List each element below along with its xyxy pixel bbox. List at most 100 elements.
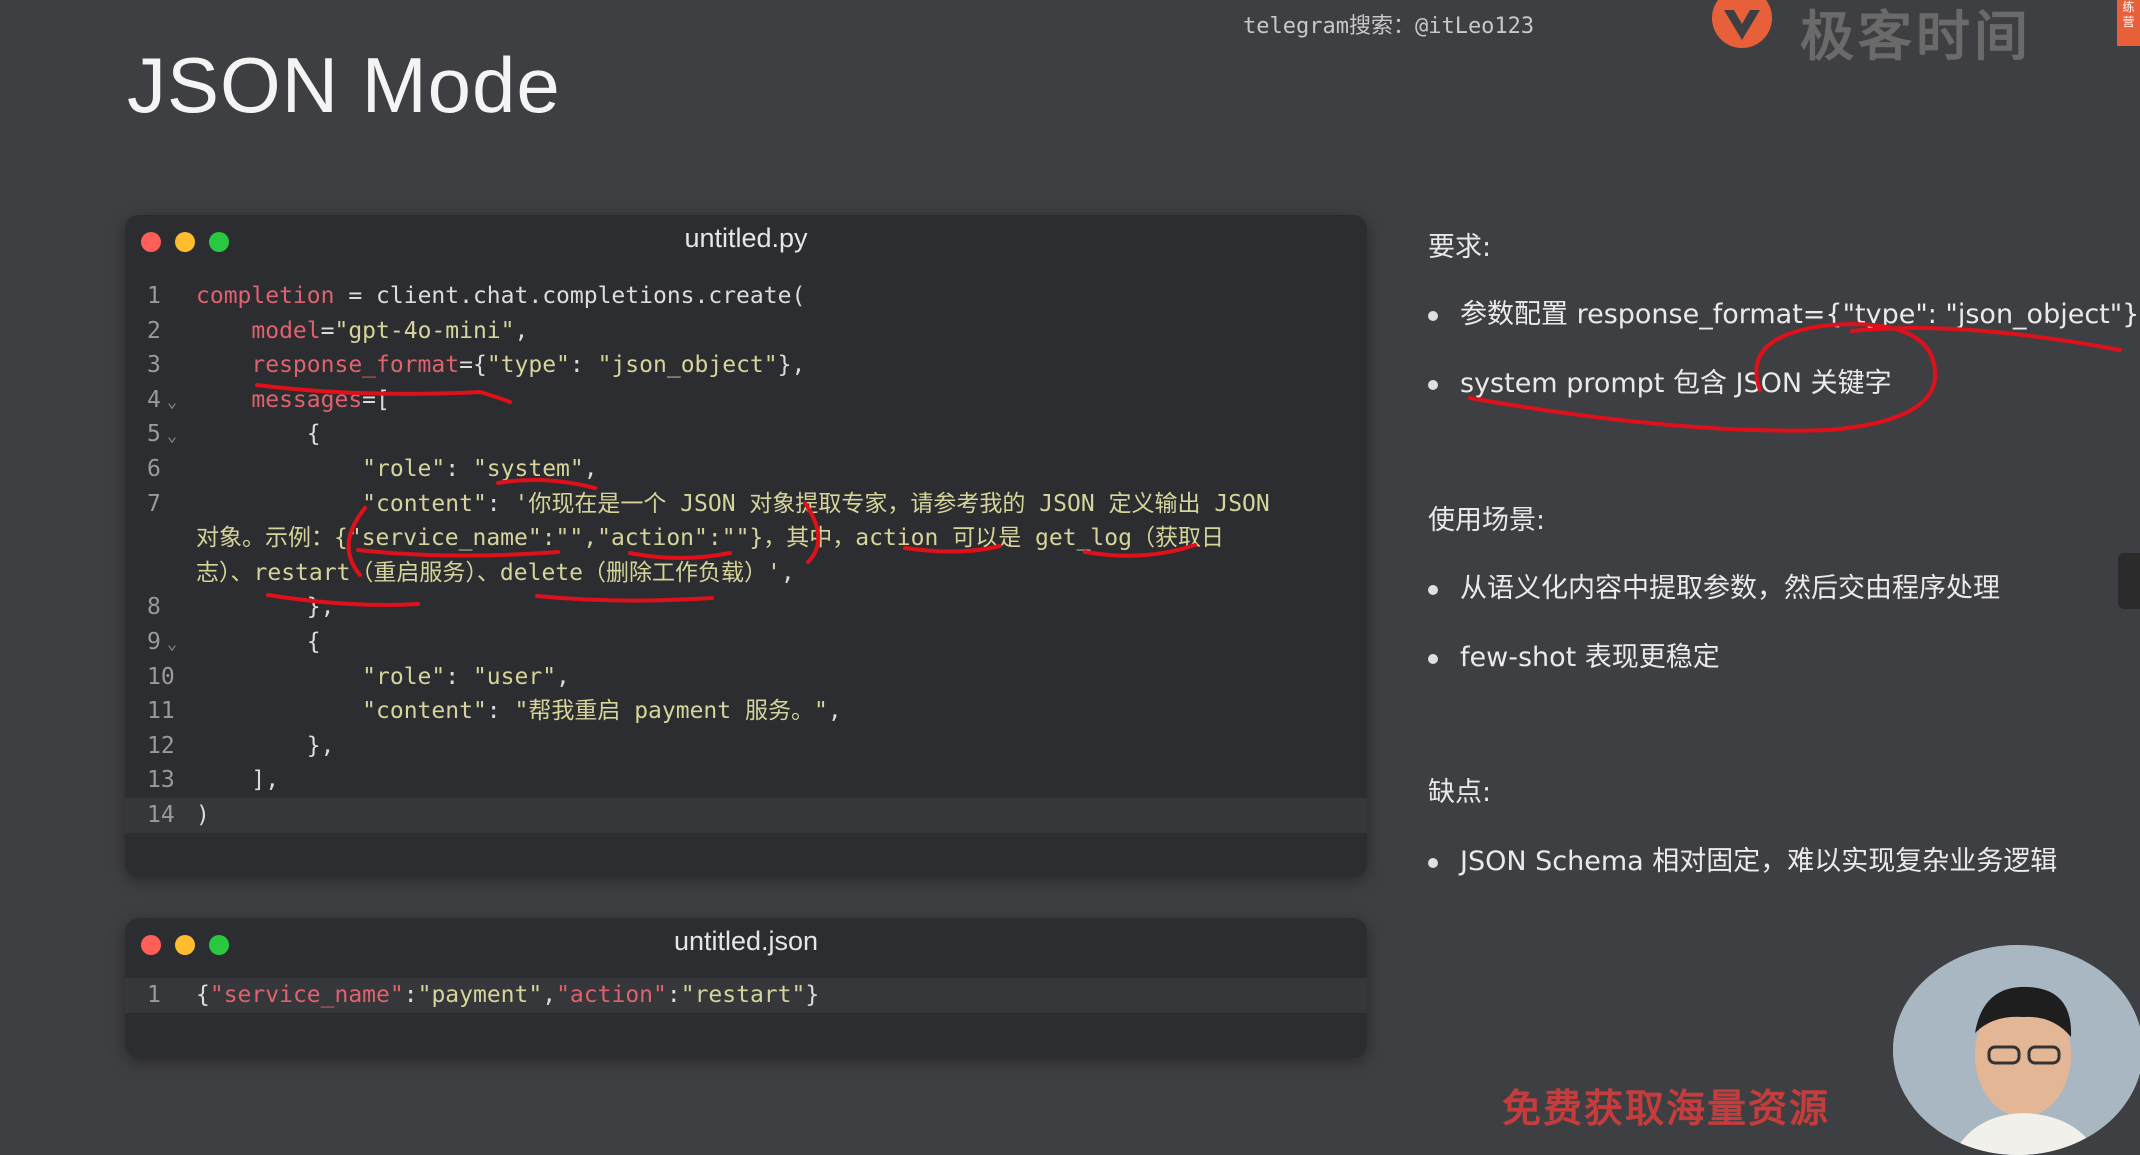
code-area[interactable]: 1 {"service_name":"payment","action":"res… (125, 978, 1367, 1013)
code-token: '你现在是一个 JSON 对象提取专家，请参考我的 JSON 定义输出 JSON (514, 490, 1270, 517)
code-token: model (196, 317, 321, 344)
editor-filename: untitled.py (684, 223, 808, 253)
code-line[interactable]: 13 ], (125, 763, 1367, 798)
code-token: , (780, 559, 795, 586)
slide-title: JSON Mode (127, 41, 561, 129)
brand-badge: 练 营 (2117, 0, 2140, 46)
code-token: { (196, 421, 321, 448)
fold-chevron-icon[interactable]: ⌄ (167, 392, 177, 412)
line-number: 6 (147, 455, 161, 482)
code-line[interactable]: 11 "content": "帮我重启 payment 服务。", (125, 694, 1367, 729)
code-text: "content": "帮我重启 payment 服务。", (196, 694, 842, 729)
brand-logo-icon (1712, 0, 1772, 48)
code-line[interactable]: 1 completion = client.chat.completions.cr… (125, 279, 1367, 314)
editor-filename: untitled.json (673, 926, 819, 956)
code-token: messages (196, 386, 363, 413)
usage-item: few-shot 表现更稳定 (1428, 635, 1720, 674)
code-token: : (486, 490, 515, 517)
code-text: }, (196, 729, 335, 764)
code-text: model="gpt-4o-mini", (196, 314, 528, 349)
line-number: 2 (147, 317, 161, 344)
code-text: ], (196, 763, 279, 798)
code-token: : (569, 352, 598, 379)
code-token: = client.chat.completions.create( (334, 283, 806, 309)
line-number: 7 (147, 490, 161, 517)
code-line[interactable]: 12 }, (125, 729, 1367, 764)
fold-chevron-icon[interactable]: ⌄ (167, 426, 177, 446)
bullet-dot-icon (1428, 584, 1438, 595)
presenter-avatar-icon (1893, 945, 2140, 1155)
code-text: 对象。示例：{"service_name":"","action":""}，其中… (196, 521, 1224, 556)
requirements-heading: 要求: (1428, 232, 1492, 263)
code-token: , (542, 982, 557, 1008)
code-token: ], (196, 767, 280, 794)
code-token: =[ (362, 386, 390, 413)
code-token: ={ (459, 352, 487, 379)
code-line[interactable]: 7 "content": '你现在是一个 JSON 对象提取专家，请参考我的 J… (125, 487, 1367, 522)
code-text: "role": "system", (196, 452, 598, 487)
code-area[interactable]: 1 completion = client.chat.completions.cr… (125, 279, 1367, 833)
bullet-dot-icon (1428, 379, 1438, 390)
code-text: completion = client.chat.completions.cre… (196, 279, 805, 314)
code-line[interactable]: 2 model="gpt-4o-mini", (125, 314, 1367, 349)
code-line[interactable]: 14) (125, 797, 1367, 833)
code-token: "role" (196, 663, 446, 690)
code-line[interactable]: 5 ⌄ { (125, 417, 1367, 452)
code-text: "content": '你现在是一个 JSON 对象提取专家，请参考我的 JSO… (196, 487, 1270, 522)
code-token: "type" (486, 352, 570, 379)
underline-response-format-note (1850, 326, 2122, 352)
editor-titlebar: untitled.py (125, 215, 1367, 267)
code-line[interactable]: 10 "role": "user", (125, 660, 1367, 695)
line-number: 5 ⌄ (147, 421, 178, 448)
code-token: } (805, 982, 820, 1008)
editor-titlebar: untitled.json (125, 918, 1367, 970)
code-line[interactable]: 9 ⌄ { (125, 625, 1367, 660)
code-line[interactable]: 4 ⌄ messages=[ (125, 383, 1367, 418)
code-token: "service_name" (209, 982, 404, 1008)
code-line[interactable]: 志）、restart（重启服务）、delete（删除工作负载）', (125, 556, 1367, 591)
code-token: "action" (556, 982, 667, 1008)
code-token: response_format (196, 352, 460, 379)
code-token: ) (196, 801, 210, 828)
code-line[interactable]: 1 {"service_name":"payment","action":"res… (125, 978, 1367, 1013)
bullet-dot-icon (1428, 310, 1438, 321)
line-number: 12 (147, 732, 175, 759)
line-number: 8 (147, 594, 161, 621)
code-token: , (556, 663, 570, 690)
code-token: "content" (196, 490, 487, 517)
code-token: "restart" (680, 982, 806, 1008)
code-token: }, (196, 594, 335, 621)
code-token: : (486, 698, 515, 725)
code-text: ) (196, 798, 210, 833)
code-token: "gpt-4o-mini" (334, 317, 515, 344)
code-token: }, (777, 352, 806, 379)
code-line[interactable]: 对象。示例：{"service_name":"","action":""}，其中… (125, 521, 1367, 556)
code-line[interactable]: 6 "role": "system", (125, 452, 1367, 487)
telegram-watermark: telegram搜索：@itLeo123 (1243, 14, 1535, 39)
code-token: "content" (196, 698, 487, 725)
code-token: "user" (472, 663, 557, 690)
line-number: 14 (147, 801, 175, 828)
code-text: { (196, 417, 321, 452)
code-token: "json_object" (597, 352, 778, 379)
code-token: }, (196, 732, 335, 759)
code-line[interactable]: 8 }, (125, 590, 1367, 625)
fold-chevron-icon[interactable]: ⌄ (167, 634, 177, 654)
requirement-item: system prompt 包含 JSON 关键字 (1428, 361, 1892, 400)
line-number: 3 (147, 352, 161, 379)
bullet-dot-icon (1428, 857, 1438, 868)
code-token: , (583, 455, 598, 482)
code-text: }, (196, 590, 335, 625)
code-line[interactable]: 3 response_format={"type": "json_object"… (125, 348, 1367, 383)
code-text: 志）、restart（重启服务）、delete（删除工作负载）', (196, 556, 795, 591)
code-token: "帮我重启 payment 服务。" (514, 698, 828, 725)
code-text: messages=[ (196, 383, 390, 418)
line-number: 4 ⌄ (147, 386, 178, 413)
side-scroll-handle[interactable] (2118, 553, 2140, 609)
cons-heading: 缺点: (1428, 777, 1492, 808)
code-text: {"service_name":"payment","action":"rest… (196, 978, 819, 1013)
code-token: : (666, 982, 681, 1008)
requirement-item: 参数配置 response_format={"type": "json_obje… (1428, 292, 2139, 331)
code-token: : (403, 982, 418, 1008)
usage-item: 从语义化内容中提取参数，然后交由程序处理 (1428, 566, 2000, 605)
